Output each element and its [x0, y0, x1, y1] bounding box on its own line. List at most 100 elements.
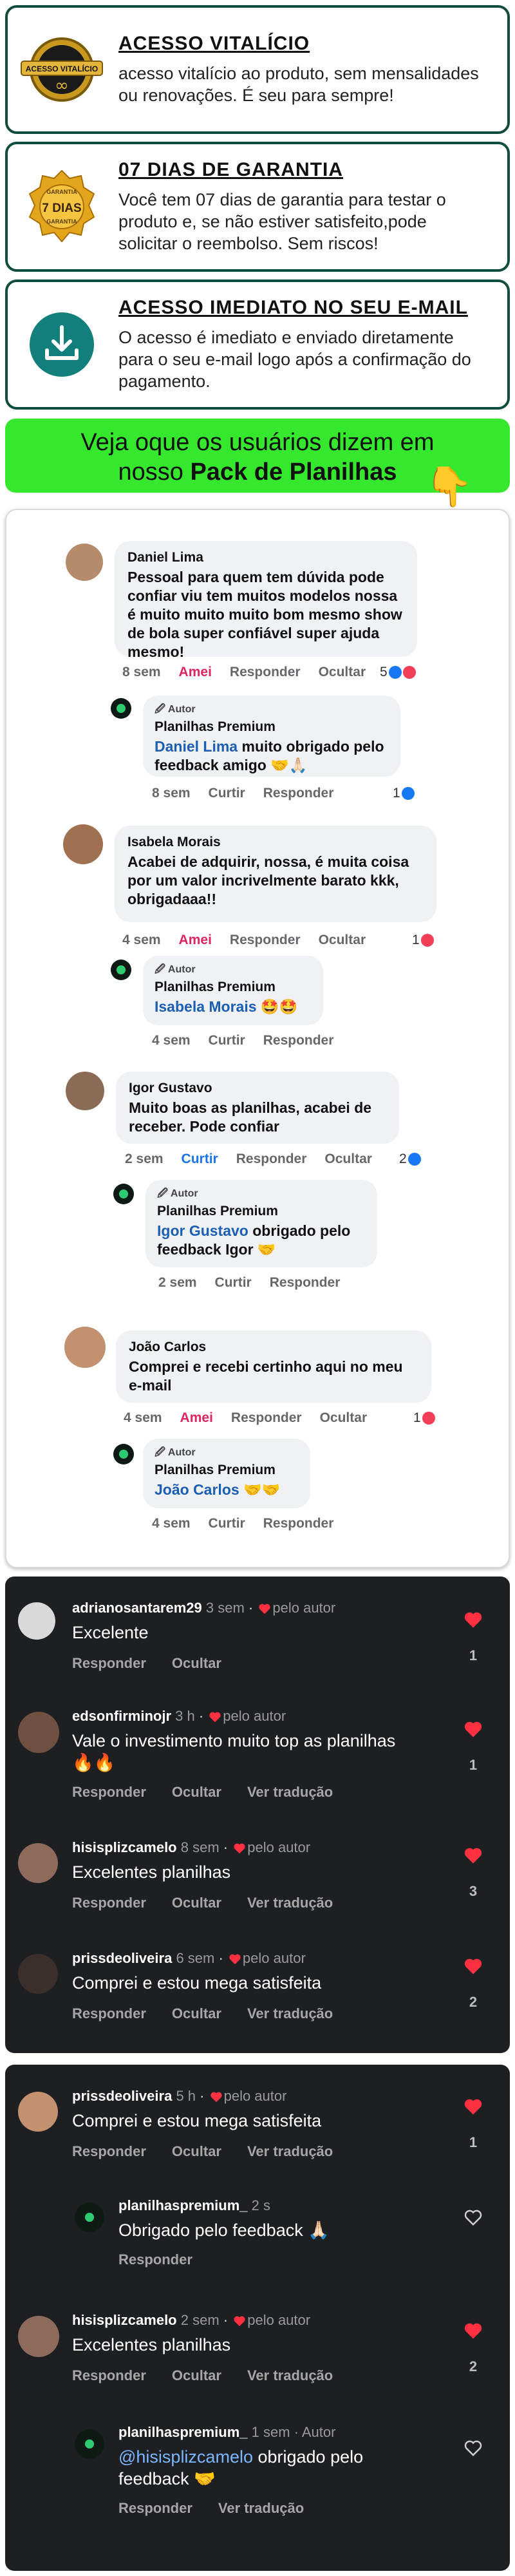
page-avatar[interactable] [111, 698, 131, 719]
hide-button[interactable]: Ocultar [319, 933, 366, 948]
translate-button[interactable]: Ver tradução [247, 1784, 333, 1801]
reply-button[interactable]: Responder [118, 2251, 192, 2268]
username[interactable]: edsonfirminojr [72, 1708, 171, 1724]
avatar[interactable] [18, 1712, 59, 1753]
seal-bottom-text: GARANTIA [46, 218, 77, 225]
hide-button[interactable]: Ocultar [172, 2367, 221, 2384]
liked-by-author-label: pelo autor [242, 1950, 306, 1966]
reply-button[interactable]: Responder [72, 2143, 146, 2160]
page-avatar[interactable] [111, 960, 131, 980]
like-button[interactable]: Curtir [209, 1516, 245, 1531]
reply-button[interactable]: Responder [72, 2367, 146, 2384]
hide-button[interactable]: Ocultar [319, 665, 366, 680]
heart-icon[interactable] [464, 2097, 483, 2116]
like-count: 2 [469, 2358, 478, 2374]
commenter-name[interactable]: Igor Gustavo [129, 1081, 386, 1096]
avatar[interactable] [63, 824, 103, 864]
avatar[interactable] [18, 2092, 58, 2132]
testimonials-banner: Veja oque os usuários dizem em nosso Pac… [5, 419, 510, 508]
username[interactable]: hisisplizcamelo [72, 1839, 177, 1855]
comment-header: adrianosantarem29 3 sem · pelo autor [72, 1600, 336, 1616]
username[interactable]: adrianosantarem29 [72, 1600, 202, 1616]
reply-button[interactable]: Responder [230, 665, 301, 680]
reply-button[interactable]: Responder [230, 933, 301, 948]
page-name[interactable]: Planilhas Premium [154, 1463, 299, 1478]
reply-button[interactable]: Responder [72, 1784, 146, 1801]
avatar[interactable] [18, 1602, 55, 1640]
liked-by-author-label: pelo autor [272, 1600, 336, 1616]
like-count: 1 [469, 1647, 478, 1663]
heart-outline-icon[interactable] [464, 2208, 483, 2227]
mention-link[interactable]: Igor Gustavo [157, 1222, 248, 1239]
username[interactable]: hisisplizcamelo [72, 2312, 177, 2328]
heart-icon[interactable] [464, 1719, 483, 1739]
page-name[interactable]: Planilhas Premium [154, 980, 312, 995]
page-name[interactable]: Planilhas Premium [154, 719, 389, 735]
translate-button[interactable]: Ver tradução [247, 2143, 333, 2160]
page-avatar[interactable] [75, 2202, 104, 2232]
hide-button[interactable]: Ocultar [320, 1410, 368, 1426]
hide-button[interactable]: Ocultar [172, 2005, 221, 2022]
page-avatar[interactable] [75, 2429, 104, 2459]
heart-icon[interactable] [464, 1956, 483, 1976]
translate-button[interactable]: Ver tradução [247, 2367, 333, 2384]
username[interactable]: planilhaspremium_ [118, 2197, 248, 2213]
mention-link[interactable]: @hisisplizcamelo [118, 2447, 253, 2467]
reply-button[interactable]: Responder [270, 1275, 341, 1291]
avatar[interactable] [18, 1954, 58, 1994]
reply-button[interactable]: Responder [263, 1516, 334, 1531]
avatar[interactable] [64, 1327, 106, 1368]
page-avatar[interactable] [113, 1444, 134, 1464]
comment-actions: Responder Ocultar Ver tradução [72, 2143, 359, 2160]
reply-button[interactable]: Responder [236, 1151, 307, 1167]
page-avatar[interactable] [113, 1184, 134, 1204]
like-button[interactable]: Curtir [182, 1151, 218, 1167]
reaction-count[interactable]: 1 [412, 933, 434, 948]
heart-outline-icon[interactable] [464, 2438, 483, 2458]
heart-icon[interactable] [464, 1610, 483, 1629]
mention-link[interactable]: João Carlos [154, 1481, 239, 1498]
like-button[interactable]: Curtir [209, 786, 245, 801]
react-button[interactable]: Amei [180, 1410, 213, 1426]
reply-button[interactable]: Responder [72, 2005, 146, 2022]
heart-icon[interactable] [464, 1846, 483, 1865]
username[interactable]: planilhaspremium_ [118, 2424, 248, 2440]
translate-button[interactable]: Ver tradução [247, 2005, 333, 2022]
hide-button[interactable]: Ocultar [172, 1655, 221, 1672]
mention-link[interactable]: Isabela Morais [154, 998, 257, 1015]
hide-button[interactable]: Ocultar [172, 1784, 221, 1801]
reply-button[interactable]: Responder [263, 786, 334, 801]
commenter-name[interactable]: Isabela Morais [127, 835, 424, 850]
translate-button[interactable]: Ver tradução [218, 2500, 304, 2517]
reaction-count[interactable]: 2 [399, 1151, 421, 1167]
username[interactable]: prissdeoliveira [72, 2088, 172, 2104]
reply-text: 🤩🤩 [256, 998, 298, 1015]
reply-button[interactable]: Responder [72, 1895, 146, 1911]
hide-button[interactable]: Ocultar [172, 2143, 221, 2160]
hide-button[interactable]: Ocultar [324, 1151, 372, 1167]
reaction-count[interactable]: 1 [393, 786, 415, 801]
reaction-count[interactable]: 1 [413, 1410, 435, 1426]
avatar[interactable] [66, 544, 103, 581]
page-name[interactable]: Planilhas Premium [157, 1204, 366, 1219]
reply-button[interactable]: Responder [263, 1033, 334, 1048]
reaction-count[interactable]: 5 [380, 665, 416, 680]
reply-button[interactable]: Responder [72, 1655, 146, 1672]
avatar[interactable] [18, 1843, 58, 1883]
hide-button[interactable]: Ocultar [172, 1895, 221, 1911]
like-button[interactable]: Curtir [209, 1033, 245, 1048]
avatar[interactable] [66, 1072, 104, 1110]
commenter-name[interactable]: Daniel Lima [127, 550, 404, 565]
reply-time: 8 sem [152, 786, 191, 800]
heart-icon[interactable] [464, 2321, 483, 2340]
reply-button[interactable]: Responder [118, 2500, 192, 2517]
react-button[interactable]: Amei [179, 933, 212, 948]
react-button[interactable]: Amei [179, 665, 212, 680]
commenter-name[interactable]: João Carlos [129, 1340, 418, 1355]
username[interactable]: prissdeoliveira [72, 1950, 172, 1966]
avatar[interactable] [18, 2316, 59, 2357]
translate-button[interactable]: Ver tradução [247, 1895, 333, 1911]
reply-button[interactable]: Responder [231, 1410, 302, 1426]
like-button[interactable]: Curtir [215, 1275, 252, 1291]
mention-link[interactable]: Daniel Lima [154, 738, 238, 755]
